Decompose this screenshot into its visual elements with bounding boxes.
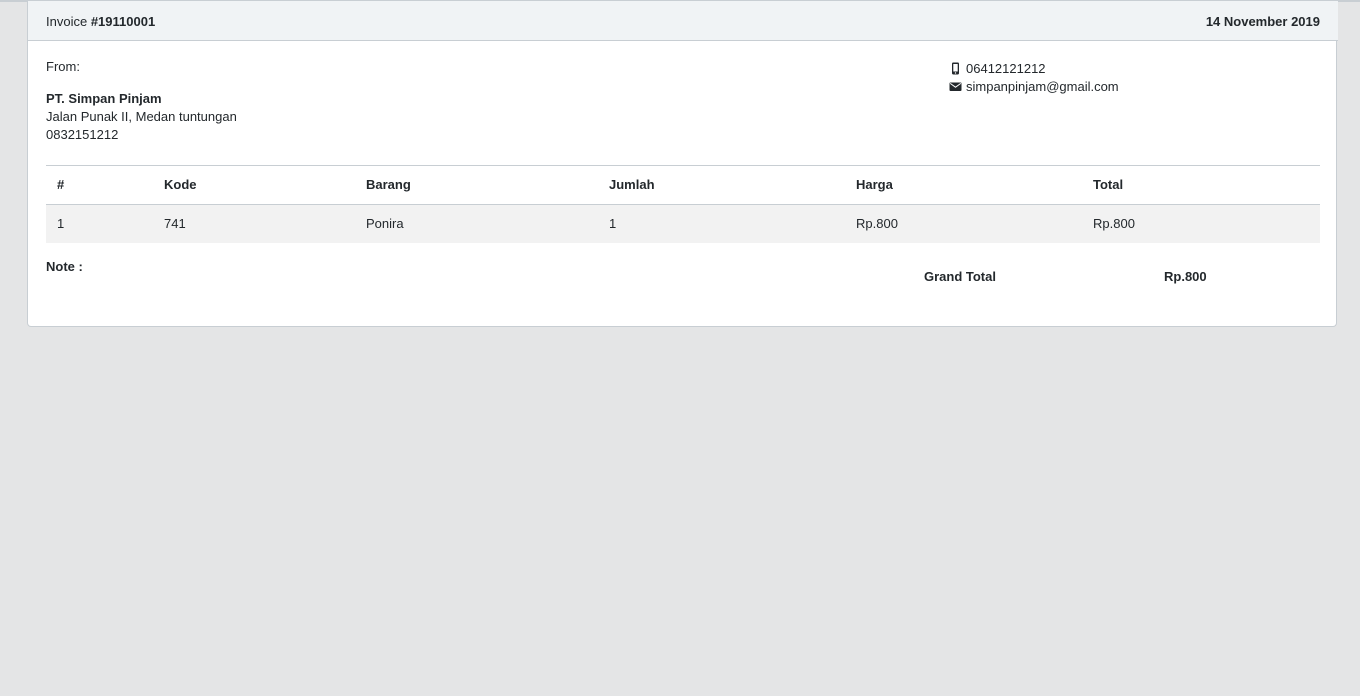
invoice-number: #19110001 <box>90 14 156 29</box>
column-header-jumlah: Jumlah <box>598 166 845 205</box>
grand-total-value: Rp.800 <box>1164 269 1207 284</box>
invoice-card: Invoice #19110001 14 November 2019 From:… <box>27 1 1338 327</box>
cell-number: 1 <box>46 204 153 243</box>
invoice-card-header: Invoice #19110001 14 November 2019 <box>28 1 1338 41</box>
contact-email: simpanpinjam@gmail.com <box>949 79 1119 94</box>
mobile-phone-icon <box>952 62 959 75</box>
company-phone: 0832151212 <box>46 127 119 142</box>
grand-total-label: Grand Total <box>924 269 996 284</box>
column-header-total: Total <box>1082 166 1320 205</box>
column-header-harga: Harga <box>845 166 1082 205</box>
cell-total: Rp.800 <box>1082 204 1320 243</box>
invoice-title: Invoice #19110001 <box>46 14 155 29</box>
cell-harga: Rp.800 <box>845 204 1082 243</box>
envelope-icon <box>949 82 962 91</box>
column-header-barang: Barang <box>355 166 598 205</box>
company-address: Jalan Punak II, Medan tuntungan <box>46 109 237 124</box>
table-header-row: # Kode Barang Jumlah Harga Total <box>46 166 1320 205</box>
contact-phone-text: 06412121212 <box>966 61 1046 76</box>
contact-phone: 06412121212 <box>949 61 1046 76</box>
company-name: PT. Simpan Pinjam <box>46 91 162 106</box>
from-label: From: <box>46 59 80 74</box>
cell-barang: Ponira <box>355 204 598 243</box>
column-header-kode: Kode <box>153 166 355 205</box>
cell-jumlah: 1 <box>598 204 845 243</box>
note-label: Note : <box>46 259 83 274</box>
table-row: 1 741 Ponira 1 Rp.800 Rp.800 <box>46 204 1320 243</box>
contact-email-text: simpanpinjam@gmail.com <box>966 79 1119 94</box>
cell-kode: 741 <box>153 204 355 243</box>
invoice-items-table: # Kode Barang Jumlah Harga Total 1 741 P… <box>46 166 1320 243</box>
invoice-label: Invoice <box>46 14 88 29</box>
invoice-date: 14 November 2019 <box>1205 14 1320 29</box>
column-header-number: # <box>46 166 153 205</box>
